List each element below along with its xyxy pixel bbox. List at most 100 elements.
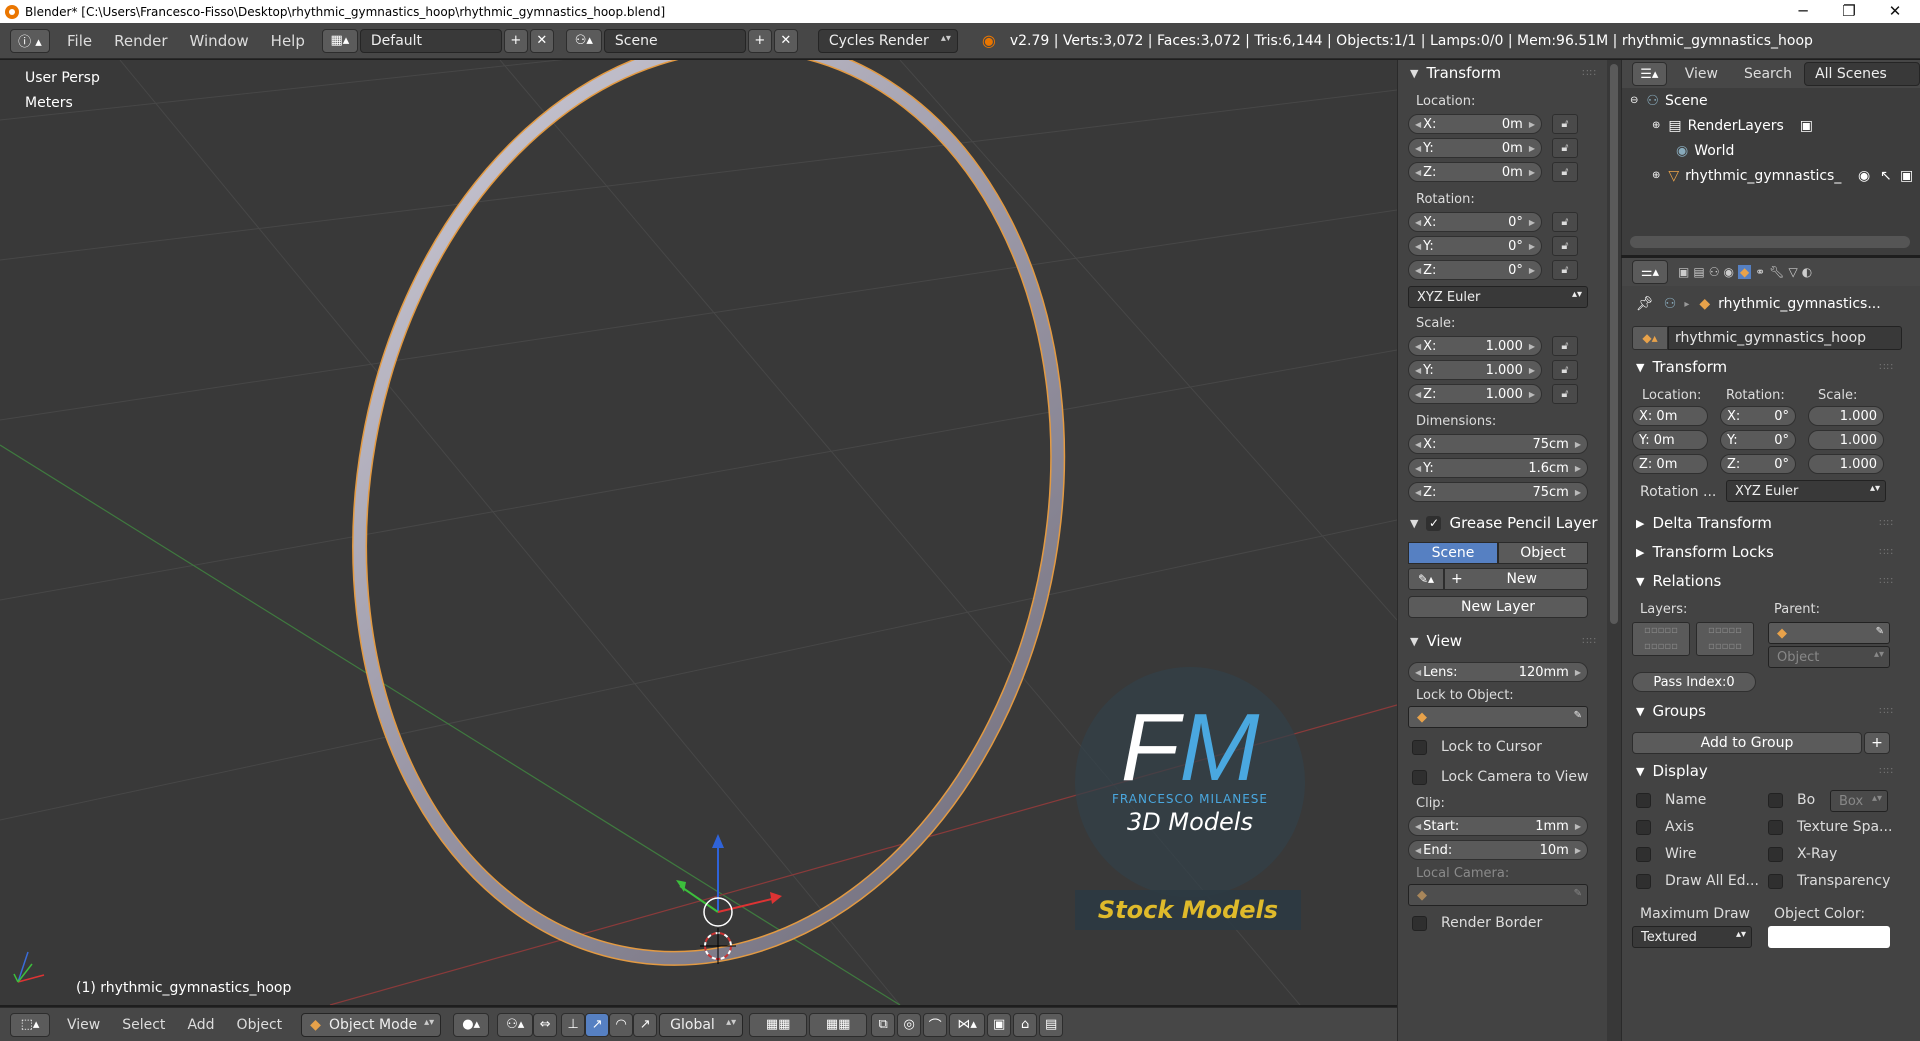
- clip-start-field[interactable]: ◀ Start: 1mm ▶: [1408, 816, 1588, 836]
- dimension-x-field[interactable]: ◀ X: 75cm ▶: [1408, 434, 1588, 454]
- constraints-tab-icon[interactable]: ⚭: [1755, 265, 1765, 279]
- lock-icon[interactable]: 🔓︎: [1552, 236, 1578, 256]
- lock-object-field[interactable]: ◆ ✎: [1408, 706, 1588, 728]
- display-texture-space-checkbox[interactable]: Texture Spa...: [1768, 819, 1892, 835]
- eyedropper-icon[interactable]: ✎: [1574, 888, 1582, 899]
- menu-view[interactable]: View: [56, 1017, 111, 1033]
- grease-pencil-checkbox[interactable]: ✓: [1426, 515, 1442, 531]
- rotation-x-field[interactable]: ◀ X: 0° ▶: [1408, 212, 1542, 232]
- mode-select[interactable]: ◆ Object Mode ▴▾: [301, 1012, 442, 1037]
- layers-grid-1[interactable]: ▦▦: [749, 1012, 808, 1037]
- location-y-field[interactable]: ◀ Y: 0m ▶: [1408, 138, 1542, 158]
- panel-grip-icon[interactable]: ∷∷: [1582, 636, 1597, 647]
- scale-y-field[interactable]: ◀ Y: 1.000 ▶: [1408, 360, 1542, 380]
- minimize-button[interactable]: ─: [1780, 0, 1826, 23]
- panel-grip-icon[interactable]: ∷∷: [1879, 518, 1894, 529]
- outliner-display-mode[interactable]: All Scenes: [1804, 62, 1920, 86]
- lock-icon[interactable]: 🔓︎: [1552, 336, 1578, 356]
- rotation-mode-select[interactable]: XYZ Euler ▴▾: [1408, 286, 1588, 308]
- new-layer-button[interactable]: New Layer: [1408, 596, 1588, 618]
- outliner-hscrollbar[interactable]: [1630, 236, 1910, 248]
- scene-tab-icon[interactable]: ⚇: [1709, 265, 1720, 279]
- object-tab-icon[interactable]: ◆: [1737, 265, 1752, 279]
- screen-layout-icon[interactable]: ▦▴: [321, 28, 358, 53]
- data-tab-icon[interactable]: ▽: [1788, 265, 1797, 279]
- location-z-field[interactable]: ◀ Z: 0m ▶: [1408, 162, 1542, 182]
- outliner-search-menu[interactable]: Search: [1744, 66, 1792, 82]
- prop-rotation-mode-select[interactable]: XYZ Euler ▴▾: [1726, 480, 1886, 502]
- eyedropper-icon[interactable]: ✎: [1574, 710, 1582, 721]
- outliner-item-renderlayers[interactable]: ⊕ ▤ RenderLayers ▣: [1622, 113, 1920, 138]
- scene-icon[interactable]: ⚇▴: [565, 28, 602, 53]
- object-layers-grid-1[interactable]: ▫▫▫▫▫ ▫▫▫▫▫: [1632, 622, 1690, 656]
- layers-grid-2[interactable]: ▦▦: [809, 1012, 868, 1037]
- prop-scale-y[interactable]: 1.000: [1808, 430, 1884, 450]
- relations-header[interactable]: ▼ Relations: [1636, 572, 1721, 590]
- panel-grip-icon[interactable]: ∷∷: [1879, 706, 1894, 717]
- new-group-plus-icon[interactable]: +: [1864, 732, 1890, 754]
- lock-icon[interactable]: 🔓︎: [1552, 162, 1578, 182]
- panel-grip-icon[interactable]: ∷∷: [1879, 576, 1894, 587]
- scale-manipulator-icon[interactable]: ◠: [609, 1012, 634, 1037]
- display-transparency-checkbox[interactable]: Transparency: [1768, 873, 1890, 889]
- panel-grip-icon[interactable]: ∷∷: [1879, 362, 1894, 373]
- layers-tab-icon[interactable]: ▤: [1693, 265, 1704, 279]
- screen-layout-select[interactable]: Default: [359, 28, 502, 53]
- transform-panel-header[interactable]: ▼ Transform ∷∷: [1398, 60, 1607, 86]
- add-scene-icon[interactable]: +: [747, 28, 772, 53]
- scale-z-field[interactable]: ◀ Z: 1.000 ▶: [1408, 384, 1542, 404]
- dimension-z-field[interactable]: ◀ Z: 75cm ▶: [1408, 482, 1588, 502]
- display-name-checkbox[interactable]: Name: [1636, 792, 1706, 808]
- prop-rot-z[interactable]: Z: 0°: [1720, 454, 1796, 474]
- lock-layers-icon[interactable]: ⧉: [871, 1012, 896, 1037]
- lock-icon[interactable]: 🔓︎: [1552, 212, 1578, 232]
- object-name-field[interactable]: rhythmic_gymnastics_hoop: [1668, 326, 1902, 350]
- close-button[interactable]: ✕: [1872, 0, 1918, 23]
- remove-scene-icon[interactable]: ✕: [773, 28, 798, 53]
- render-preview-icon[interactable]: ▣: [987, 1012, 1012, 1037]
- orientation-select[interactable]: Global ▴▾: [659, 1012, 744, 1037]
- local-camera-field[interactable]: ◆ ✎: [1408, 884, 1588, 906]
- hoop-mesh[interactable]: [289, 60, 1128, 1005]
- add-layout-icon[interactable]: +: [503, 28, 528, 53]
- parent-type-select[interactable]: Object ▴▾: [1768, 646, 1890, 668]
- rotate-manipulator-icon[interactable]: ↗: [585, 1012, 610, 1037]
- pin-icon[interactable]: 📌︎: [1636, 296, 1654, 312]
- lens-field[interactable]: ◀ Lens: 120mm ▶: [1408, 662, 1588, 682]
- selectable-cursor-icon[interactable]: ↖: [1880, 168, 1892, 184]
- lock-to-cursor-checkbox[interactable]: Lock to Cursor: [1398, 732, 1607, 762]
- menu-object[interactable]: Object: [226, 1017, 294, 1033]
- lock-icon[interactable]: 🔓︎: [1552, 360, 1578, 380]
- prop-rot-y[interactable]: Y: 0°: [1720, 430, 1796, 450]
- prop-scale-x[interactable]: 1.000: [1808, 406, 1884, 426]
- editor-type-properties-icon[interactable]: ⚌▴: [1632, 260, 1668, 284]
- manipulator-toggle-icon[interactable]: ⇔: [533, 1012, 558, 1037]
- location-x-field[interactable]: ◀ X: 0m ▶: [1408, 114, 1542, 134]
- panel-grip-icon[interactable]: ∷∷: [1582, 68, 1597, 79]
- outliner-item-scene[interactable]: ⊖ ⚇ Scene: [1622, 88, 1920, 113]
- remove-layout-icon[interactable]: ✕: [529, 28, 554, 53]
- lock-icon[interactable]: 🔓︎: [1552, 384, 1578, 404]
- display-header[interactable]: ▼ Display: [1636, 762, 1708, 780]
- delta-transform-header[interactable]: ▶ Delta Transform: [1636, 514, 1772, 532]
- rotation-y-field[interactable]: ◀ Y: 0° ▶: [1408, 236, 1542, 256]
- prop-loc-z[interactable]: Z: 0m: [1632, 454, 1708, 474]
- translate-manipulator-icon[interactable]: ⊥: [561, 1012, 586, 1037]
- object-datablock-icon[interactable]: ◆▴: [1632, 326, 1668, 350]
- max-draw-select[interactable]: Textured ▴▾: [1632, 926, 1752, 948]
- lock-icon[interactable]: 🔓︎: [1552, 114, 1578, 134]
- material-tab-icon[interactable]: ◐: [1802, 265, 1812, 279]
- object-color-swatch[interactable]: [1768, 926, 1890, 948]
- snap-element-icon[interactable]: ⋈▴: [949, 1012, 986, 1037]
- display-axis-checkbox[interactable]: Axis: [1636, 819, 1694, 835]
- renderable-camera-icon[interactable]: ▣: [1900, 168, 1913, 184]
- opengl-anim-icon[interactable]: ▤: [1039, 1012, 1064, 1037]
- world-tab-icon[interactable]: ◉: [1723, 265, 1733, 279]
- maximize-button[interactable]: ❐: [1826, 0, 1872, 23]
- pass-index-field[interactable]: Pass Index:0: [1632, 672, 1756, 692]
- lock-icon[interactable]: 🔓︎: [1552, 260, 1578, 280]
- scene-select[interactable]: Scene: [603, 28, 746, 53]
- outliner-view-menu[interactable]: View: [1685, 66, 1718, 82]
- outliner-item-world[interactable]: ◉ World: [1622, 138, 1920, 163]
- menu-help[interactable]: Help: [260, 32, 316, 50]
